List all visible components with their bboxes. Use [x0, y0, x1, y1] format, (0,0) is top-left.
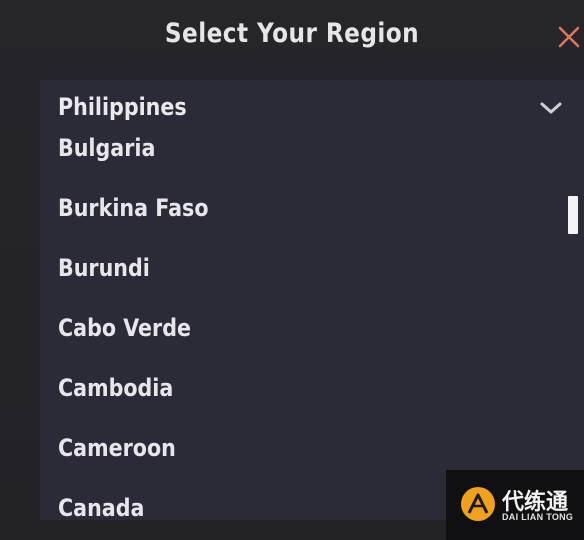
region-dialog: Select Your Region Philippines Bulgaria …: [0, 0, 584, 540]
region-option[interactable]: Burundi: [58, 254, 436, 294]
region-option[interactable]: Cambodia: [58, 374, 436, 414]
selected-region: Philippines: [58, 93, 187, 121]
dailiantong-logo-icon: [460, 486, 496, 522]
scrollbar-thumb[interactable]: [568, 196, 578, 234]
region-options-list[interactable]: Bulgaria Burkina Faso Burundi Cabo Verde…: [40, 136, 584, 520]
close-button[interactable]: [556, 24, 582, 50]
watermark: 代练通 DAI LIAN TONG: [446, 470, 584, 540]
region-select[interactable]: Philippines: [40, 80, 584, 138]
region-option[interactable]: Cameroon: [58, 434, 436, 474]
region-select-screen: Select Your Region Philippines Bulgaria …: [0, 0, 584, 540]
region-option[interactable]: Cabo Verde: [58, 314, 436, 354]
region-option[interactable]: Bulgaria: [58, 136, 436, 174]
region-dropdown-panel: Philippines Bulgaria Burkina Faso Burund…: [40, 80, 584, 520]
region-option[interactable]: Canada: [58, 494, 436, 520]
dialog-title: Select Your Region: [164, 18, 420, 49]
region-option[interactable]: Burkina Faso: [58, 194, 436, 234]
close-icon: [558, 26, 580, 48]
watermark-name-en: DAI LIAN TONG: [502, 512, 574, 522]
chevron-down-icon[interactable]: [538, 98, 564, 118]
